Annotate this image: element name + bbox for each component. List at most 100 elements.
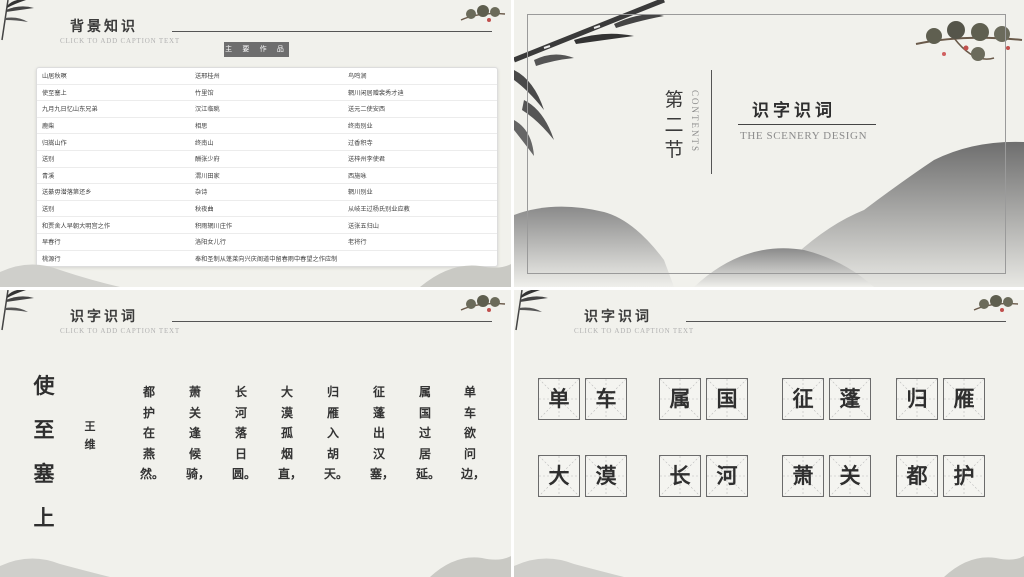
character: 国 xyxy=(716,386,738,411)
header-divider xyxy=(686,321,1006,322)
caption-placeholder[interactable]: CLICK TO ADD CAPTION TEXT xyxy=(574,327,694,335)
header-divider xyxy=(172,31,492,32)
table-row: 送别 酬张少府 送梓州李使君 xyxy=(37,150,497,168)
table-row: 送綦毋潜落第还乡 杂诗 辋川别业 xyxy=(37,183,497,201)
table-cell: 使至塞上 xyxy=(37,84,190,102)
bamboo-icon xyxy=(1,290,34,331)
poem-line: 单车欲问边， xyxy=(461,385,486,481)
table-cell: 汉江临眺 xyxy=(190,100,343,118)
table-row: 和贾舍人早朝大明宫之作 积雨辋川庄作 送张五归山 xyxy=(37,216,497,234)
table-cell: 终南别业 xyxy=(343,117,497,135)
works-table: 山居秋暝 送邢桂州 鸟鸣涧 使至塞上 竹里馆 辋川闲居赠裴秀才迪 九月九日忆山东兄弟 汉江临眺… xyxy=(36,67,498,267)
character: 萧 xyxy=(792,463,814,488)
character-box: 关 xyxy=(829,455,871,497)
table-cell: 送别 xyxy=(37,150,190,168)
table-cell: 竹里馆 xyxy=(190,84,343,102)
poem-line: 大漠孤烟直， xyxy=(278,385,303,481)
character-box: 萧 xyxy=(782,455,824,497)
page-title: 识字识词 xyxy=(584,309,652,325)
poem-line: 萧关逢候骑， xyxy=(186,385,211,481)
table-row: 使至塞上 竹里馆 辋川闲居赠裴秀才迪 xyxy=(37,84,497,102)
character-box: 属 xyxy=(659,378,701,420)
table-row: 九月九日忆山东兄弟 汉江临眺 送元二使安西 xyxy=(37,100,497,118)
character: 都 xyxy=(906,463,928,488)
slide-section-cover[interactable]: 第二节 CONTENTS 识字识词 THE SCENERY DESIGN xyxy=(514,0,1024,287)
table-cell: 从岐王过杨氏别业应教 xyxy=(343,200,497,218)
poem-line: 都护在燕然。 xyxy=(140,385,165,481)
character: 归 xyxy=(906,386,928,411)
table-cell: 鸟鸣涧 xyxy=(343,68,497,85)
character-box: 归 xyxy=(896,378,938,420)
character-box: 长 xyxy=(659,455,701,497)
table-cell: 终南山 xyxy=(190,133,343,151)
ink-mountain-icon xyxy=(0,556,511,577)
slide-poem[interactable]: 识字识词 CLICK TO ADD CAPTION TEXT 使至塞上 王维 都… xyxy=(0,290,511,577)
poem-line: 长河落日圆。 xyxy=(232,385,257,481)
character: 长 xyxy=(669,463,691,488)
vertical-divider xyxy=(711,70,712,174)
caption-placeholder[interactable]: CLICK TO ADD CAPTION TEXT xyxy=(60,37,180,45)
character-box: 护 xyxy=(943,455,985,497)
character: 漠 xyxy=(595,463,617,488)
table-row: 山居秋暝 送邢桂州 鸟鸣涧 xyxy=(37,68,497,85)
works-table-grid: 山居秋暝 送邢桂州 鸟鸣涧 使至塞上 竹里馆 辋川闲居赠裴秀才迪 九月九日忆山东兄弟 汉江临眺… xyxy=(37,68,497,266)
table-cell: 积雨辋川庄作 xyxy=(190,216,343,234)
table-cell: 鹿柴 xyxy=(37,117,190,135)
table-cell: 相思 xyxy=(190,117,343,135)
slide-vocabulary[interactable]: 识字识词 CLICK TO ADD CAPTION TEXT 单车 属国 征蓬 归雁大… xyxy=(514,290,1024,577)
table-row: 归嵩山作 终南山 过香积寺 xyxy=(37,133,497,151)
works-label: 主 要 作 品 xyxy=(224,42,289,57)
table-cell: 送别 xyxy=(37,200,190,218)
section-number: 第二节 xyxy=(664,89,684,161)
ink-mountain-icon xyxy=(0,264,511,287)
table-cell: 过香积寺 xyxy=(343,133,497,151)
pine-branch-icon xyxy=(460,5,506,22)
table-cell: 归嵩山作 xyxy=(37,133,190,151)
ink-mountain-icon xyxy=(514,556,1024,577)
character: 征 xyxy=(792,386,814,411)
poem-title: 使至塞上 xyxy=(33,373,55,530)
character: 雁 xyxy=(953,386,975,411)
table-cell: 酬张少府 xyxy=(190,150,343,168)
table-cell: 杂诗 xyxy=(190,183,343,201)
character-box: 都 xyxy=(896,455,938,497)
character-box: 雁 xyxy=(943,378,985,420)
poem-line: 征蓬出汉塞， xyxy=(370,385,395,481)
table-cell: 送元二使安西 xyxy=(343,100,497,118)
character: 河 xyxy=(716,463,738,488)
table-cell: 辋川别业 xyxy=(343,183,497,201)
character-box: 大 xyxy=(538,455,580,497)
table-cell: 送邢桂州 xyxy=(190,68,343,85)
table-cell: 秋夜曲 xyxy=(190,200,343,218)
character-box: 单 xyxy=(538,378,580,420)
character-box: 蓬 xyxy=(829,378,871,420)
character: 蓬 xyxy=(839,386,861,411)
section-subtitle: THE SCENERY DESIGN xyxy=(740,130,868,142)
table-row: 鹿柴 相思 终南别业 xyxy=(37,117,497,135)
slide-background-knowledge[interactable]: 背景知识 CLICK TO ADD CAPTION TEXT 主 要 作 品 山… xyxy=(0,0,511,287)
character-box: 国 xyxy=(706,378,748,420)
table-row: 青溪 渭川田家 西施咏 xyxy=(37,167,497,185)
section-title: 识字识词 xyxy=(752,101,836,121)
slide-frame xyxy=(527,14,1006,274)
table-cell: 西施咏 xyxy=(343,167,497,185)
table-cell: 送张五归山 xyxy=(343,216,497,234)
poem-line: 归雁入胡天。 xyxy=(324,385,349,481)
title-underline xyxy=(738,124,876,125)
pine-branch-icon xyxy=(460,295,506,312)
caption-placeholder[interactable]: CLICK TO ADD CAPTION TEXT xyxy=(60,327,180,335)
table-cell: 渭川田家 xyxy=(190,167,343,185)
pine-branch-icon xyxy=(973,295,1019,312)
character-box: 河 xyxy=(706,455,748,497)
table-cell: 和贾舍人早朝大明宫之作 xyxy=(37,216,190,234)
bamboo-icon xyxy=(1,0,34,41)
character: 属 xyxy=(669,386,691,411)
character-box: 车 xyxy=(585,378,627,420)
page-title: 背景知识 xyxy=(70,19,138,35)
character: 单 xyxy=(548,386,570,411)
table-cell: 送綦毋潜落第还乡 xyxy=(37,183,190,201)
poem-author: 王维 xyxy=(84,420,96,451)
character: 护 xyxy=(953,463,975,488)
table-cell: 青溪 xyxy=(37,167,190,185)
table-row: 送别 秋夜曲 从岐王过杨氏别业应教 xyxy=(37,200,497,218)
